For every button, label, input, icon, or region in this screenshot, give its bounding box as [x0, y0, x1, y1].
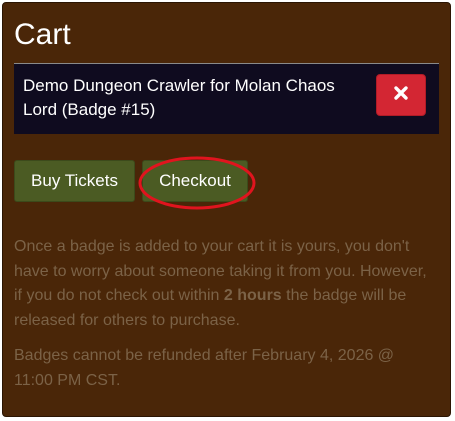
buy-tickets-button[interactable]: Buy Tickets	[14, 160, 135, 202]
checkout-button[interactable]: Checkout	[142, 160, 248, 202]
close-icon	[393, 85, 409, 106]
cart-panel: Cart Demo Dungeon Crawler for Molan Chao…	[2, 2, 451, 417]
remove-item-button[interactable]	[376, 74, 426, 116]
hold-duration: 2 hours	[223, 287, 282, 304]
cart-item: Demo Dungeon Crawler for Molan Chaos Lor…	[14, 63, 439, 134]
refund-notice: Badges cannot be refunded after February…	[14, 347, 395, 389]
cart-title: Cart	[14, 18, 71, 51]
cart-hold-notice: Once a badge is added to your cart it is…	[14, 235, 434, 333]
cart-item-name: Demo Dungeon Crawler for Molan Chaos Lor…	[23, 76, 335, 119]
